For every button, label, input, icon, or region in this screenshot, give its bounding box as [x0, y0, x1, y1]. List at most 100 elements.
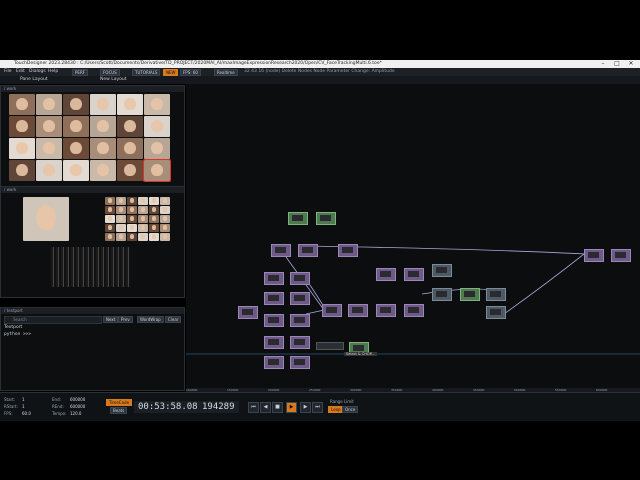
face-thumbnail[interactable]: [138, 206, 148, 214]
menu-file[interactable]: File: [4, 69, 12, 74]
face-thumbnail[interactable]: [160, 206, 170, 214]
op-node[interactable]: [348, 304, 368, 317]
new-badge[interactable]: NEW: [163, 69, 179, 76]
face-thumbnail[interactable]: [63, 94, 89, 115]
op-node[interactable]: [264, 272, 284, 285]
frame-display[interactable]: 194289: [198, 401, 239, 413]
timecode-display[interactable]: 00:53:58.08: [134, 401, 202, 413]
face-thumbnail[interactable]: [9, 160, 35, 181]
op-node[interactable]: [298, 244, 318, 257]
timeline-param-value[interactable]: 600000: [70, 397, 85, 402]
op-node-green[interactable]: [316, 212, 336, 225]
op-node[interactable]: [290, 292, 310, 305]
timeline-param-value[interactable]: 60.0: [22, 411, 31, 416]
timeline-param-value[interactable]: 1: [22, 397, 25, 402]
timecode-toggle[interactable]: TimeCode: [106, 399, 133, 406]
face-thumbnail[interactable]: [116, 224, 126, 232]
face-thumbnail[interactable]: [90, 94, 116, 115]
face-thumbnail[interactable]: [149, 206, 159, 214]
op-node[interactable]: [290, 336, 310, 349]
face-thumbnail[interactable]: [127, 206, 137, 214]
clear-button[interactable]: Clear: [165, 316, 182, 323]
face-thumbnail[interactable]: [36, 138, 62, 159]
face-thumbnail[interactable]: [138, 197, 148, 205]
face-thumbnail[interactable]: [9, 138, 35, 159]
op-node[interactable]: [322, 304, 342, 317]
op-node[interactable]: [611, 249, 631, 262]
face-thumbnail[interactable]: [117, 94, 143, 115]
face-thumbnail[interactable]: [36, 94, 62, 115]
op-node-green[interactable]: [460, 288, 480, 301]
textport-pane[interactable]: / textport Search Next Prev WordWrap Cle…: [0, 307, 185, 391]
face-thumbnail[interactable]: [160, 215, 170, 223]
face-thumbnail[interactable]: [63, 116, 89, 137]
tutorials-toggle[interactable]: TUTORIALS: [132, 69, 161, 76]
close-button[interactable]: ✕: [624, 60, 638, 68]
face-thumbnail[interactable]: [90, 138, 116, 159]
op-node-green[interactable]: [288, 212, 308, 225]
op-node[interactable]: [264, 356, 284, 369]
face-thumbnail[interactable]: [116, 233, 126, 241]
maximize-button[interactable]: □: [610, 60, 624, 68]
perf-toggle[interactable]: PERF: [72, 69, 89, 76]
face-thumbnail[interactable]: [36, 160, 62, 181]
op-node[interactable]: [238, 306, 258, 319]
wordwrap-toggle[interactable]: WordWrap: [137, 316, 164, 323]
face-thumbnail[interactable]: [117, 160, 143, 181]
face-thumbnail[interactable]: [149, 215, 159, 223]
face-thumbnail[interactable]: [63, 160, 89, 181]
face-thumbnail[interactable]: [144, 94, 170, 115]
face-thumbnail[interactable]: [127, 224, 137, 232]
face-thumbnail[interactable]: [127, 215, 137, 223]
menu-help[interactable]: Help: [48, 69, 58, 74]
face-thumbnail[interactable]: [9, 116, 35, 137]
face-thumbnail[interactable]: [138, 224, 148, 232]
face-thumbnail[interactable]: [90, 160, 116, 181]
op-node[interactable]: [404, 304, 424, 317]
once-toggle[interactable]: Once: [342, 406, 359, 413]
stop-button[interactable]: ■: [272, 402, 283, 413]
play-button[interactable]: ▶: [286, 402, 297, 413]
face-thumbnail[interactable]: [160, 233, 170, 241]
face-thumbnail[interactable]: [143, 159, 171, 182]
forward-end-button[interactable]: ⏭: [312, 402, 323, 413]
focus-toggle[interactable]: FOCUS: [100, 69, 120, 76]
op-node[interactable]: [376, 304, 396, 317]
timeline-param-value[interactable]: 1: [22, 404, 25, 409]
op-node-top[interactable]: [432, 264, 452, 277]
time-ruler[interactable]: 100000 150000 200000 250000 300000 350000 4000…: [186, 388, 640, 392]
mid-left-viewer-pane[interactable]: / work: [0, 186, 185, 298]
network-editor[interactable]: Select & CHOP...: [186, 84, 640, 392]
face-thumbnail[interactable]: [138, 233, 148, 241]
op-node[interactable]: [290, 356, 310, 369]
op-node[interactable]: [486, 288, 506, 301]
prev-button[interactable]: Prev: [118, 316, 133, 323]
face-thumbnail[interactable]: [160, 197, 170, 205]
op-node[interactable]: [264, 314, 284, 327]
face-thumbnail[interactable]: [149, 233, 159, 241]
face-thumbnail[interactable]: [63, 138, 89, 159]
op-node[interactable]: [404, 268, 424, 281]
top-left-viewer-pane[interactable]: / work: [0, 85, 185, 187]
step-back-button[interactable]: ◀: [260, 402, 271, 413]
menu-edit[interactable]: Edit: [16, 69, 25, 74]
step-forward-button[interactable]: ▶: [300, 402, 311, 413]
realtime-toggle[interactable]: Realtime: [214, 69, 238, 76]
op-node[interactable]: [290, 272, 310, 285]
minimize-button[interactable]: –: [596, 60, 610, 68]
face-thumbnail[interactable]: [138, 215, 148, 223]
face-thumbnail[interactable]: [105, 215, 115, 223]
face-thumbnail[interactable]: [117, 138, 143, 159]
face-thumbnail[interactable]: [105, 224, 115, 232]
face-thumbnail[interactable]: [117, 116, 143, 137]
face-thumbnail[interactable]: [90, 116, 116, 137]
new-layout-tab[interactable]: New Layout: [100, 77, 127, 82]
beats-toggle[interactable]: Beats: [110, 407, 128, 414]
menu-dialogs[interactable]: Dialogs: [29, 69, 46, 74]
op-node[interactable]: [432, 288, 452, 301]
face-thumbnail[interactable]: [105, 206, 115, 214]
face-thumbnail[interactable]: [36, 116, 62, 137]
face-thumbnail[interactable]: [160, 224, 170, 232]
face-thumbnail[interactable]: [127, 233, 137, 241]
timeline-param-value[interactable]: 120.0: [70, 411, 81, 416]
